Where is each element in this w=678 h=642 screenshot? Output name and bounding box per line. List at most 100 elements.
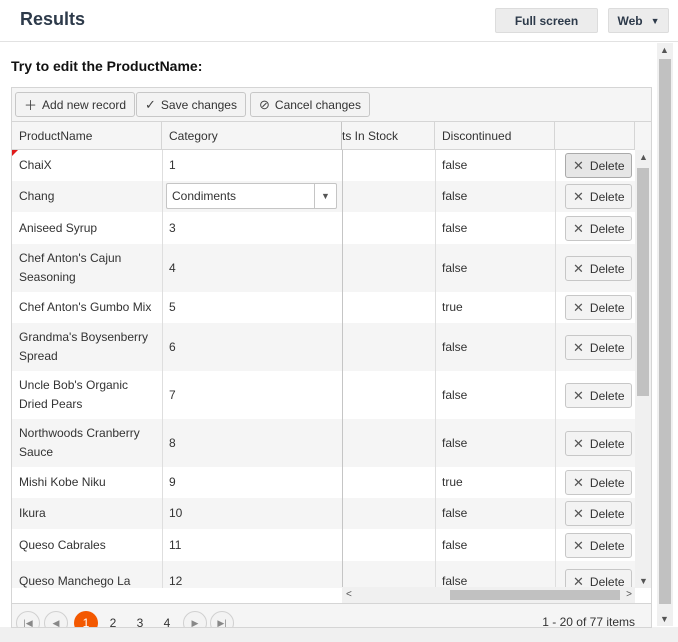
table-row[interactable]: Queso Cabrales 11 false ✕ Delete xyxy=(12,529,635,561)
delete-button[interactable]: ✕ Delete xyxy=(565,216,632,241)
product-name-cell[interactable]: Chang xyxy=(12,181,162,212)
units-in-stock-cell[interactable] xyxy=(342,419,435,467)
first-page-icon[interactable]: |◀ xyxy=(16,611,40,627)
product-name-cell[interactable]: Mishi Kobe Niku xyxy=(12,467,162,498)
column-header-productname[interactable]: ProductName xyxy=(12,122,162,150)
grid-hscroll-thumb[interactable] xyxy=(450,590,620,600)
page-1-button[interactable]: 1 xyxy=(74,611,98,627)
category-cell[interactable]: 11 xyxy=(162,529,342,561)
units-in-stock-cell[interactable] xyxy=(342,181,435,212)
product-name-cell[interactable]: Uncle Bob's Organic Dried Pears xyxy=(12,371,162,419)
category-dropdown[interactable]: Condiments ▼ xyxy=(166,183,337,209)
discontinued-cell[interactable]: false xyxy=(435,561,555,588)
units-in-stock-cell[interactable] xyxy=(342,292,435,323)
delete-button[interactable]: ✕ Delete xyxy=(565,431,632,456)
category-cell[interactable]: 8 xyxy=(162,419,342,467)
page-4-button[interactable]: 4 xyxy=(155,611,179,627)
category-cell[interactable]: 3 xyxy=(162,212,342,244)
units-in-stock-cell[interactable] xyxy=(342,212,435,244)
category-cell[interactable]: 9 xyxy=(162,467,342,498)
page-2-button[interactable]: 2 xyxy=(101,611,125,627)
discontinued-cell[interactable]: false xyxy=(435,150,555,181)
category-cell[interactable]: 6 xyxy=(162,323,342,371)
discontinued-cell[interactable]: false xyxy=(435,181,555,212)
discontinued-cell[interactable]: false xyxy=(435,529,555,561)
cancel-changes-button[interactable]: ⊘ Cancel changes xyxy=(250,92,370,117)
units-in-stock-cell[interactable] xyxy=(342,467,435,498)
delete-button[interactable]: ✕ Delete xyxy=(565,533,632,558)
full-screen-button[interactable]: Full screen xyxy=(495,8,598,33)
units-in-stock-cell[interactable] xyxy=(342,150,435,181)
product-name-cell[interactable]: Chef Anton's Gumbo Mix xyxy=(12,292,162,323)
next-page-icon[interactable]: ▶ xyxy=(183,611,207,627)
delete-button[interactable]: ✕ Delete xyxy=(565,184,632,209)
units-in-stock-cell[interactable] xyxy=(342,498,435,529)
delete-button[interactable]: ✕ Delete xyxy=(565,153,632,178)
delete-button[interactable]: ✕ Delete xyxy=(565,383,632,408)
grid-scroll-thumb[interactable] xyxy=(637,168,649,396)
last-page-icon[interactable]: ▶| xyxy=(210,611,234,627)
product-name-cell[interactable]: Queso Manchego La xyxy=(12,561,162,588)
table-row[interactable]: ChaiX 1 false ✕ Delete xyxy=(12,150,635,181)
discontinued-cell[interactable]: false xyxy=(435,212,555,244)
page-scroll-thumb[interactable] xyxy=(659,59,671,604)
units-in-stock-cell[interactable] xyxy=(342,561,435,588)
category-cell[interactable]: 5 xyxy=(162,292,342,323)
product-name-cell[interactable]: ChaiX xyxy=(12,150,162,181)
discontinued-cell[interactable]: false xyxy=(435,498,555,529)
units-in-stock-cell[interactable] xyxy=(342,371,435,419)
column-header-discontinued[interactable]: Discontinued xyxy=(435,122,555,150)
units-in-stock-cell[interactable] xyxy=(342,244,435,292)
category-cell[interactable]: 1 xyxy=(162,150,342,181)
scroll-left-arrow-icon[interactable]: < xyxy=(346,589,352,600)
table-row[interactable]: Mishi Kobe Niku 9 true ✕ Delete xyxy=(12,467,635,498)
delete-button[interactable]: ✕ Delete xyxy=(565,295,632,320)
grid-vertical-scrollbar[interactable]: ▲ ▼ xyxy=(635,150,651,588)
table-row[interactable]: Queso Manchego La 12 false ✕ Delete xyxy=(12,561,635,588)
product-name-cell[interactable]: Northwoods Cranberry Sauce xyxy=(12,419,162,467)
delete-button[interactable]: ✕ Delete xyxy=(565,569,632,588)
grid-horizontal-scrollbar[interactable]: < > xyxy=(342,587,635,603)
product-name-cell[interactable]: Queso Cabrales xyxy=(12,529,162,561)
units-in-stock-cell[interactable] xyxy=(342,323,435,371)
discontinued-cell[interactable]: false xyxy=(435,371,555,419)
discontinued-cell[interactable]: true xyxy=(435,292,555,323)
web-dropdown-button[interactable]: Web ▼ xyxy=(608,8,669,33)
table-row[interactable]: Grandma's Boysenberry Spread 6 false ✕ Delet… xyxy=(12,323,635,371)
scroll-up-arrow-icon[interactable]: ▲ xyxy=(639,152,648,162)
category-cell[interactable]: 12 xyxy=(162,561,342,588)
scroll-down-arrow-icon[interactable]: ▼ xyxy=(660,614,669,624)
page-3-button[interactable]: 3 xyxy=(128,611,152,627)
add-new-record-button[interactable]: ＋ Add new record xyxy=(15,92,136,117)
delete-button[interactable]: ✕ Delete xyxy=(565,501,632,526)
discontinued-cell[interactable]: false xyxy=(435,244,555,292)
delete-button[interactable]: ✕ Delete xyxy=(565,335,632,360)
table-row[interactable]: Chef Anton's Cajun Seasoning 4 false ✕ Delet… xyxy=(12,244,635,292)
product-name-cell[interactable]: Grandma's Boysenberry Spread xyxy=(12,323,162,371)
table-row[interactable]: Northwoods Cranberry Sauce 8 false ✕ Delete xyxy=(12,419,635,467)
save-changes-button[interactable]: ✓ Save changes xyxy=(136,92,246,117)
prev-page-icon[interactable]: ◀ xyxy=(44,611,68,627)
category-cell[interactable]: 4 xyxy=(162,244,342,292)
table-row[interactable]: Aniseed Syrup 3 false ✕ Delete xyxy=(12,212,635,244)
discontinued-cell[interactable]: false xyxy=(435,323,555,371)
product-name-cell[interactable]: Chef Anton's Cajun Seasoning xyxy=(12,244,162,292)
dropdown-arrow-icon[interactable]: ▼ xyxy=(314,184,336,208)
discontinued-cell[interactable]: false xyxy=(435,419,555,467)
table-row[interactable]: Chef Anton's Gumbo Mix 5 true ✕ Delete xyxy=(12,292,635,323)
table-row[interactable]: Uncle Bob's Organic Dried Pears 7 false ✕ De… xyxy=(12,371,635,419)
column-header-units-in-stock[interactable]: ts In Stock xyxy=(342,122,435,150)
scroll-down-arrow-icon[interactable]: ▼ xyxy=(639,576,648,586)
units-in-stock-cell[interactable] xyxy=(342,529,435,561)
scroll-right-arrow-icon[interactable]: > xyxy=(626,589,632,600)
delete-button[interactable]: ✕ Delete xyxy=(565,470,632,495)
category-cell[interactable]: 7 xyxy=(162,371,342,419)
product-name-cell[interactable]: Ikura xyxy=(12,498,162,529)
table-row[interactable]: Ikura 10 false ✕ Delete xyxy=(12,498,635,529)
delete-button[interactable]: ✕ Delete xyxy=(565,256,632,281)
discontinued-cell[interactable]: true xyxy=(435,467,555,498)
product-name-cell[interactable]: Aniseed Syrup xyxy=(12,212,162,244)
scroll-up-arrow-icon[interactable]: ▲ xyxy=(660,45,669,55)
page-scrollbar[interactable]: ▲ ▼ xyxy=(657,43,673,626)
category-cell[interactable]: 10 xyxy=(162,498,342,529)
